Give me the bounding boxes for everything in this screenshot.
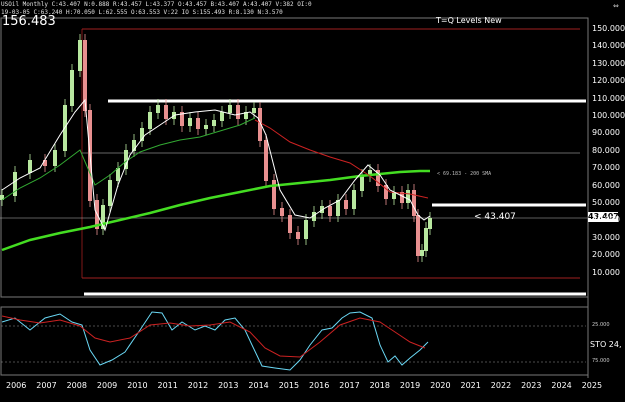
resize-arrows-icon[interactable]: ⇔ bbox=[613, 2, 619, 10]
price-axis-label: 10.000 bbox=[592, 267, 620, 277]
current-price-annotation: < 43.407 bbox=[474, 212, 516, 222]
chart-window: USOil Monthly C:43.407 N:0.888 R:43.457 … bbox=[0, 0, 625, 402]
candle-body bbox=[70, 70, 74, 106]
price-axis-label: 110.000 bbox=[592, 93, 625, 103]
time-axis-label: 2023 bbox=[521, 381, 542, 390]
time-axis-label: 2011 bbox=[157, 381, 178, 390]
time-axis-label: 2007 bbox=[36, 381, 57, 390]
candle-body bbox=[344, 200, 348, 209]
price-axis-label: 60.000 bbox=[592, 180, 620, 190]
candle-body bbox=[220, 112, 224, 121]
candle-body bbox=[156, 105, 160, 113]
price-axis-label: 40.000 bbox=[592, 215, 620, 225]
price-axis-label: 20.000 bbox=[592, 250, 620, 260]
chart-title: T=Q Levels New bbox=[436, 16, 502, 25]
price-axis-label: 70.000 bbox=[592, 163, 620, 173]
candle-body bbox=[108, 180, 112, 206]
sma-200-label: < 69.183 - 200 SMA bbox=[437, 171, 492, 177]
candle-body bbox=[416, 215, 420, 256]
cursor-price-readout: 156.483 bbox=[2, 14, 56, 29]
time-axis-label: 2014 bbox=[248, 381, 269, 390]
time-axis-label: 2016 bbox=[309, 381, 330, 390]
candle-body bbox=[236, 105, 240, 119]
osc-lower-level-label: 75.000 bbox=[592, 358, 610, 364]
time-axis-label: 2006 bbox=[6, 381, 27, 390]
price-axis-label: 120.000 bbox=[592, 76, 625, 86]
price-axis-label: 140.000 bbox=[592, 41, 625, 51]
candle-body bbox=[412, 190, 416, 216]
candle-body bbox=[336, 200, 340, 216]
candle-body bbox=[212, 120, 216, 126]
price-axis-label: 100.000 bbox=[592, 111, 625, 120]
price-axis-label: 50.000 bbox=[592, 198, 620, 207]
time-axis-label: 2008 bbox=[66, 381, 87, 390]
time-axis-label: 2019 bbox=[399, 381, 421, 390]
time-axis-label: 2022 bbox=[490, 381, 512, 390]
price-axis-label: 30.000 bbox=[592, 232, 620, 242]
candle-body bbox=[28, 160, 32, 173]
time-axis-label: 2024 bbox=[551, 381, 572, 390]
time-axis-label: 2020 bbox=[430, 381, 451, 390]
candle-body bbox=[228, 105, 232, 113]
candle-body bbox=[406, 190, 410, 203]
price-axis-label: 90.000 bbox=[592, 128, 620, 138]
time-axis-label: 2021 bbox=[460, 381, 481, 390]
candle-body bbox=[304, 220, 308, 239]
osc-upper-level-label: 25.000 bbox=[592, 322, 610, 328]
chart-canvas[interactable] bbox=[0, 0, 625, 402]
candle-body bbox=[148, 112, 152, 129]
candle-body bbox=[288, 215, 292, 233]
candle-body bbox=[424, 228, 428, 251]
candle-body bbox=[264, 140, 268, 181]
price-axis-label: 80.000 bbox=[592, 145, 620, 155]
oscillator-name: STO 24, bbox=[590, 340, 622, 349]
time-axis-label: 2015 bbox=[278, 381, 300, 390]
stochastic-k-line bbox=[1, 311, 429, 371]
candle-body bbox=[328, 206, 332, 216]
sma-200-line bbox=[1, 169, 430, 252]
time-axis-label: 2017 bbox=[339, 381, 360, 390]
candle-body bbox=[420, 250, 424, 256]
candle-body bbox=[252, 108, 256, 113]
candle-body bbox=[116, 168, 120, 181]
time-axis-label: 2018 bbox=[369, 381, 390, 390]
time-axis-label: 2010 bbox=[127, 381, 148, 390]
price-axis-label: 130.000 bbox=[592, 58, 625, 68]
candle-body bbox=[164, 105, 168, 119]
candle-body bbox=[188, 118, 192, 126]
candle-body bbox=[204, 125, 208, 129]
time-axis-label: 2025 bbox=[581, 381, 603, 390]
candle-body bbox=[360, 175, 364, 191]
candle-body bbox=[352, 190, 356, 209]
candle-body bbox=[280, 208, 284, 216]
candle-body bbox=[296, 232, 300, 239]
candle-body bbox=[428, 218, 432, 229]
time-axis-label: 2009 bbox=[96, 381, 118, 390]
time-axis-label: 2012 bbox=[187, 381, 209, 390]
candle-body bbox=[53, 150, 57, 166]
candlesticks bbox=[0, 34, 432, 262]
price-axis-label: 150.000 bbox=[592, 24, 625, 33]
candle-body bbox=[78, 40, 82, 71]
candle-body bbox=[196, 118, 200, 129]
ohlc-readout: USOil Monthly C:43.407 N:0.888 R:43.457 … bbox=[1, 1, 312, 8]
stochastic-d-line bbox=[1, 315, 426, 358]
time-axis-label: 2013 bbox=[218, 381, 239, 390]
